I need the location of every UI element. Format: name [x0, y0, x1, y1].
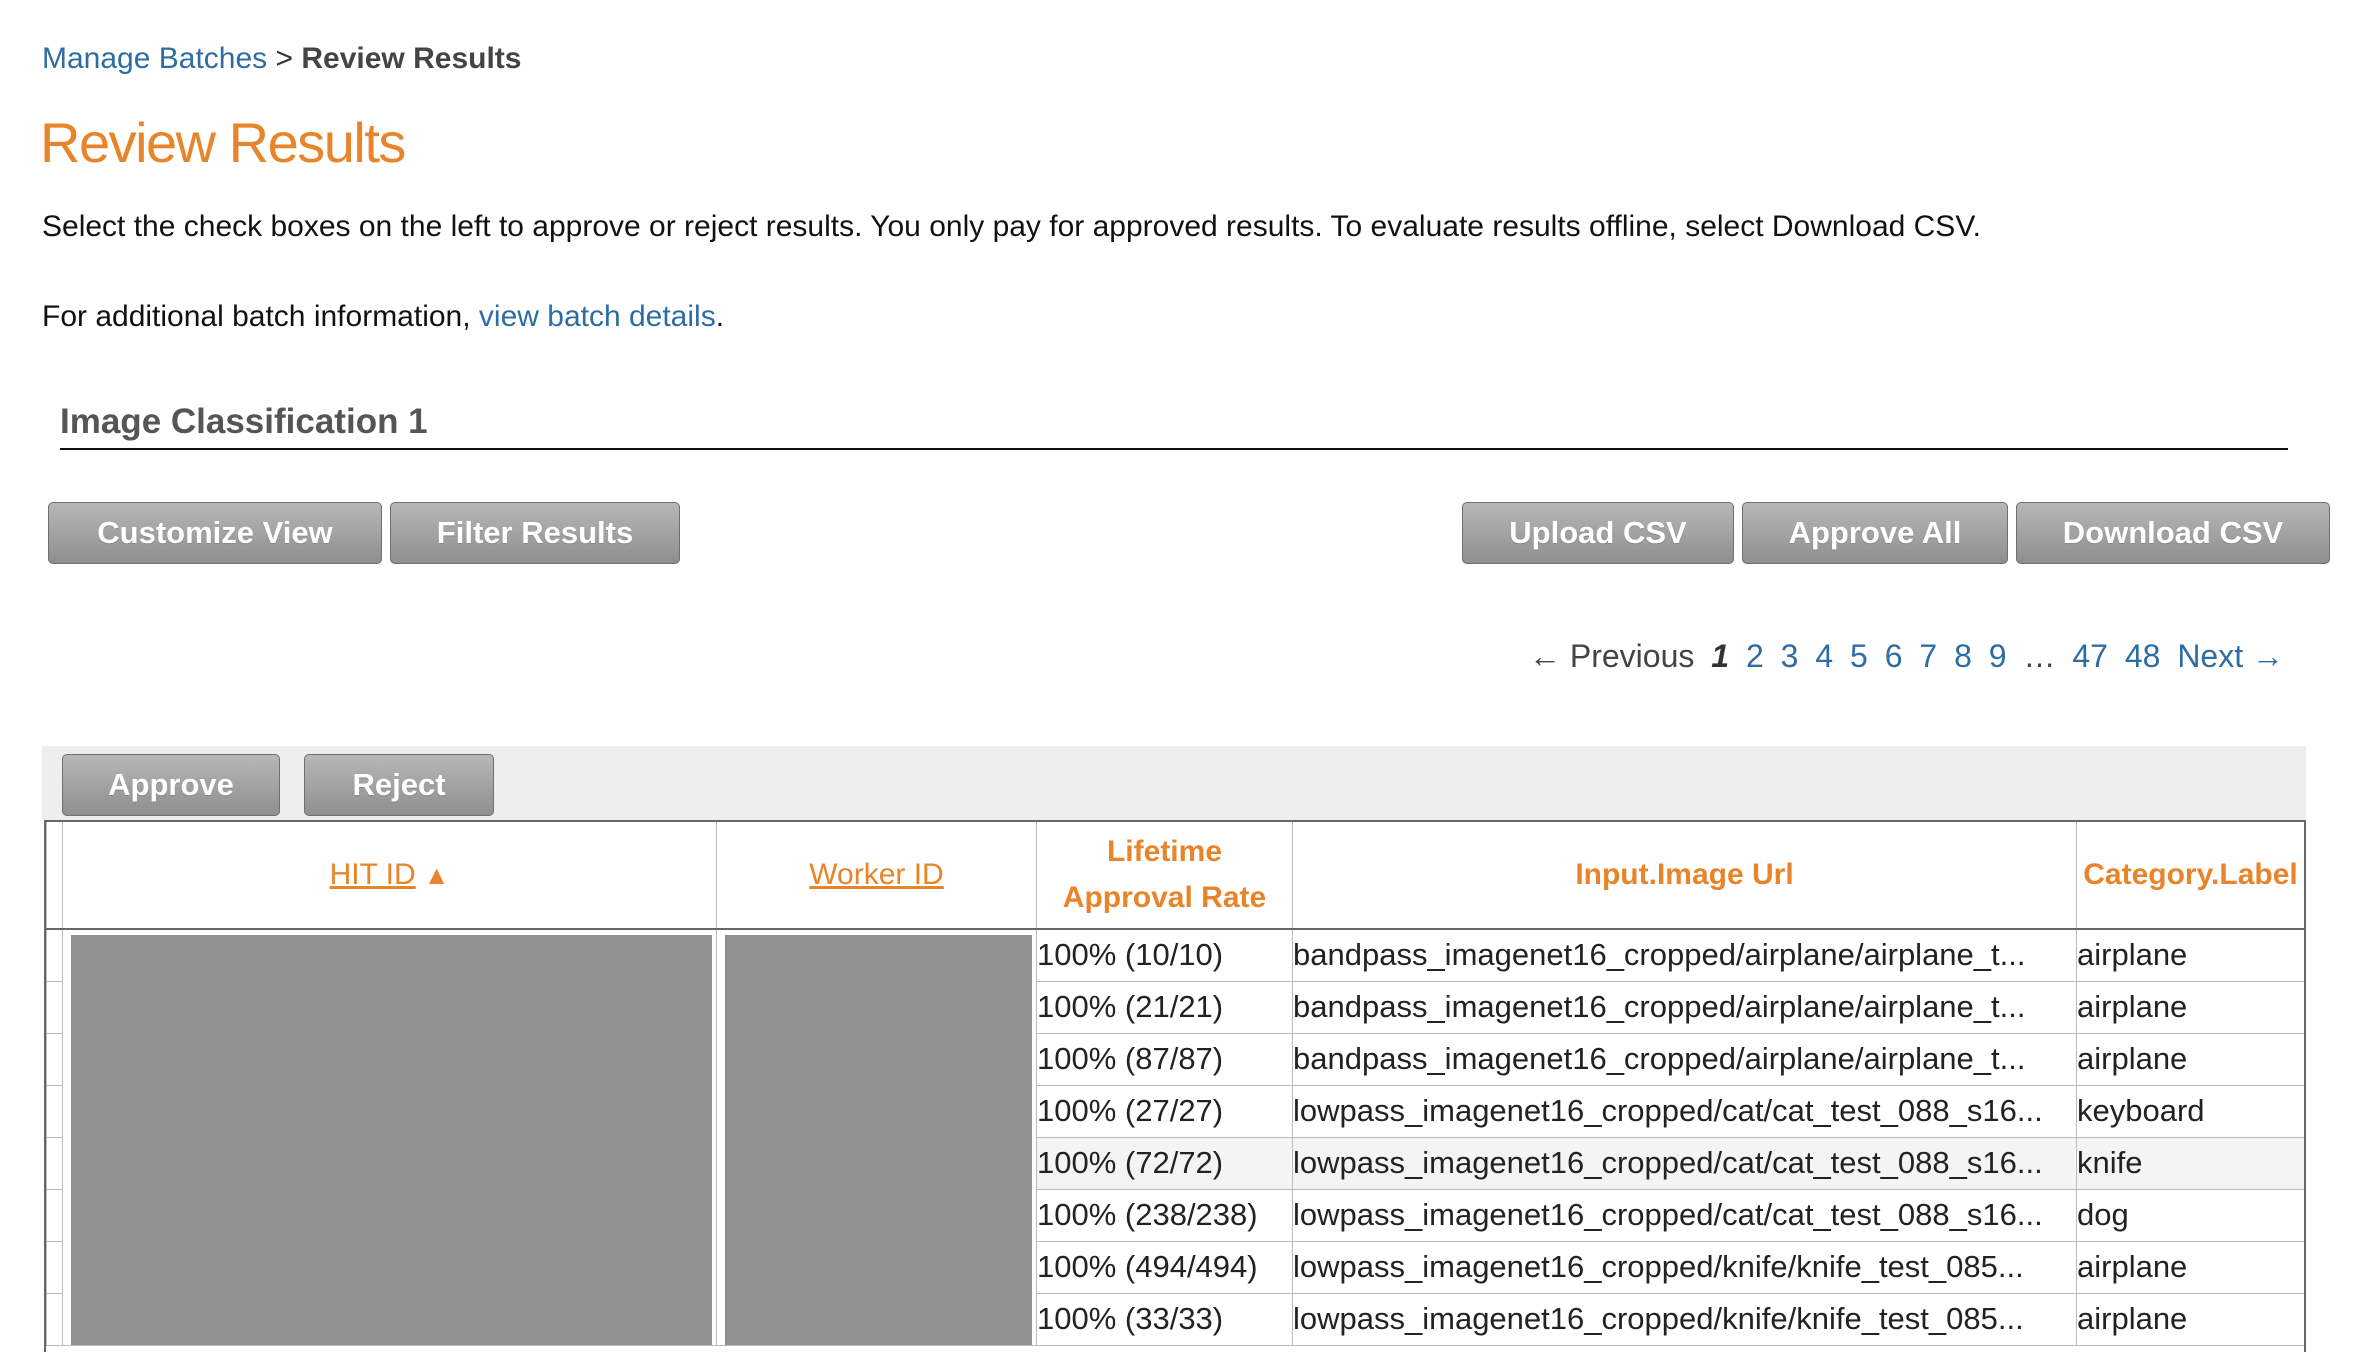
row-select-cell[interactable]: [46, 928, 63, 982]
approval-rate-cell: 100% (72/72): [1036, 1136, 1293, 1190]
category-label-cell: airplane: [2076, 1240, 2304, 1294]
hit-id-header-label[interactable]: HIT ID: [330, 858, 416, 891]
approval-rate-cell: 100% (21/21): [1036, 980, 1293, 1034]
row-select-cell[interactable]: [46, 1084, 63, 1138]
page-link[interactable]: 6: [1885, 638, 1903, 674]
page-link[interactable]: 5: [1850, 638, 1868, 674]
image-url-cell: lowpass_imagenet16_cropped/cat/cat_test_…: [1292, 1084, 2077, 1138]
image-url-cell: bandpass_imagenet16_cropped/airplane/air…: [1292, 980, 2077, 1034]
results-action-bar: Approve Reject: [42, 746, 2306, 820]
image-url-cell: bandpass_imagenet16_cropped/airplane/air…: [1292, 1032, 2077, 1086]
customize-view-button[interactable]: Customize View: [48, 502, 382, 564]
worker-id-column-header[interactable]: Worker ID: [716, 820, 1037, 930]
batch-info-prefix: For additional batch information,: [42, 300, 479, 333]
approval-rate-column-header: Lifetime Approval Rate: [1036, 820, 1293, 930]
category-label-cell: airplane: [2076, 1032, 2304, 1086]
filter-results-button[interactable]: Filter Results: [390, 502, 680, 564]
batch-info-text: For additional batch information, view b…: [42, 298, 724, 336]
hit-id-column-header[interactable]: HIT ID ▲: [62, 820, 717, 930]
instructions-text: Select the check boxes on the left to ap…: [42, 210, 1981, 243]
approval-rate-cell: 100% (238/238): [1036, 1188, 1293, 1242]
image-url-column-header: Input.Image Url: [1292, 820, 2077, 930]
pagination-ellipsis: …: [2023, 638, 2056, 674]
approval-rate-cell: 100% (494/494): [1036, 1240, 1293, 1294]
redaction-block: [725, 935, 1032, 1344]
current-page: 1: [1711, 638, 1730, 674]
row-select-cell[interactable]: [46, 980, 63, 1034]
approval-rate-header-line1: Lifetime: [1106, 835, 1223, 868]
table-row: 100% (10/10) bandpass_imagenet16_cropped…: [46, 928, 2304, 1346]
results-table: HIT ID ▲ Worker ID Lifetime Approval Rate …: [46, 820, 2304, 1346]
download-csv-button[interactable]: Download CSV: [2016, 502, 2330, 564]
category-label-cell: airplane: [2076, 980, 2304, 1034]
approve-button[interactable]: Approve: [62, 754, 280, 816]
breadcrumb-manage-batches-link[interactable]: Manage Batches: [42, 42, 267, 75]
category-label-cell: airplane: [2076, 928, 2304, 982]
page-link[interactable]: 9: [1989, 638, 2007, 674]
approval-rate-cell: 100% (10/10): [1036, 928, 1293, 982]
select-column-header: [46, 820, 63, 930]
previous-page-link: ← Previous: [1528, 638, 1695, 674]
approve-all-button[interactable]: Approve All: [1742, 502, 2008, 564]
table-header-row: HIT ID ▲ Worker ID Lifetime Approval Rate …: [46, 820, 2304, 930]
pagination: ← Previous 1 2 3 4 5 6 7 8 9 … 47 48 Nex…: [1521, 636, 2284, 676]
category-label-cell: keyboard: [2076, 1084, 2304, 1138]
breadcrumb-separator: >: [275, 42, 294, 75]
page-link[interactable]: 8: [1954, 638, 1972, 674]
breadcrumb-current: Review Results: [301, 42, 522, 75]
page-link[interactable]: 4: [1815, 638, 1833, 674]
batch-info-suffix: .: [715, 300, 725, 333]
row-select-cell[interactable]: [46, 1032, 63, 1086]
reject-button[interactable]: Reject: [304, 754, 494, 816]
category-label-column-header: Category.Label: [2076, 820, 2304, 930]
page-link[interactable]: 3: [1781, 638, 1799, 674]
page-link[interactable]: 2: [1746, 638, 1764, 674]
row-select-cell[interactable]: [46, 1188, 63, 1242]
review-results-page: Manage Batches > Review Results Review R…: [0, 0, 2366, 1352]
row-select-cell[interactable]: [46, 1136, 63, 1190]
approval-rate-cell: 100% (27/27): [1036, 1084, 1293, 1138]
breadcrumb: Manage Batches > Review Results: [42, 40, 521, 78]
image-url-cell: lowpass_imagenet16_cropped/cat/cat_test_…: [1292, 1188, 2077, 1242]
view-batch-details-link[interactable]: view batch details: [479, 300, 716, 333]
approval-rate-header-line2: Approval Rate: [1062, 881, 1267, 914]
image-url-cell: lowpass_imagenet16_cropped/knife/knife_t…: [1292, 1240, 2077, 1294]
results-table-container: HIT ID ▲ Worker ID Lifetime Approval Rate …: [44, 820, 2306, 1352]
category-label-cell: dog: [2076, 1188, 2304, 1242]
next-page-link[interactable]: Next →: [2177, 638, 2284, 674]
image-url-cell: bandpass_imagenet16_cropped/airplane/air…: [1292, 928, 2077, 982]
page-link[interactable]: 48: [2125, 638, 2161, 674]
category-label-cell: knife: [2076, 1136, 2304, 1190]
image-url-cell: lowpass_imagenet16_cropped/knife/knife_t…: [1292, 1292, 2077, 1346]
page-link[interactable]: 7: [1919, 638, 1937, 674]
page-title: Review Results: [40, 111, 406, 174]
redaction-block: [71, 935, 712, 1344]
approval-rate-cell: 100% (33/33): [1036, 1292, 1293, 1346]
image-url-cell: lowpass_imagenet16_cropped/cat/cat_test_…: [1292, 1136, 2077, 1190]
batch-section-title: Image Classification 1: [60, 402, 2288, 450]
page-link[interactable]: 47: [2072, 638, 2108, 674]
upload-csv-button[interactable]: Upload CSV: [1462, 502, 1734, 564]
worker-id-cell-redacted: [716, 928, 1037, 1346]
approval-rate-cell: 100% (87/87): [1036, 1032, 1293, 1086]
category-label-cell: airplane: [2076, 1292, 2304, 1346]
row-select-cell[interactable]: [46, 1240, 63, 1294]
sort-ascending-icon: ▲: [423, 860, 450, 890]
row-select-cell[interactable]: [46, 1292, 63, 1346]
hit-id-cell-redacted: [62, 928, 717, 1346]
